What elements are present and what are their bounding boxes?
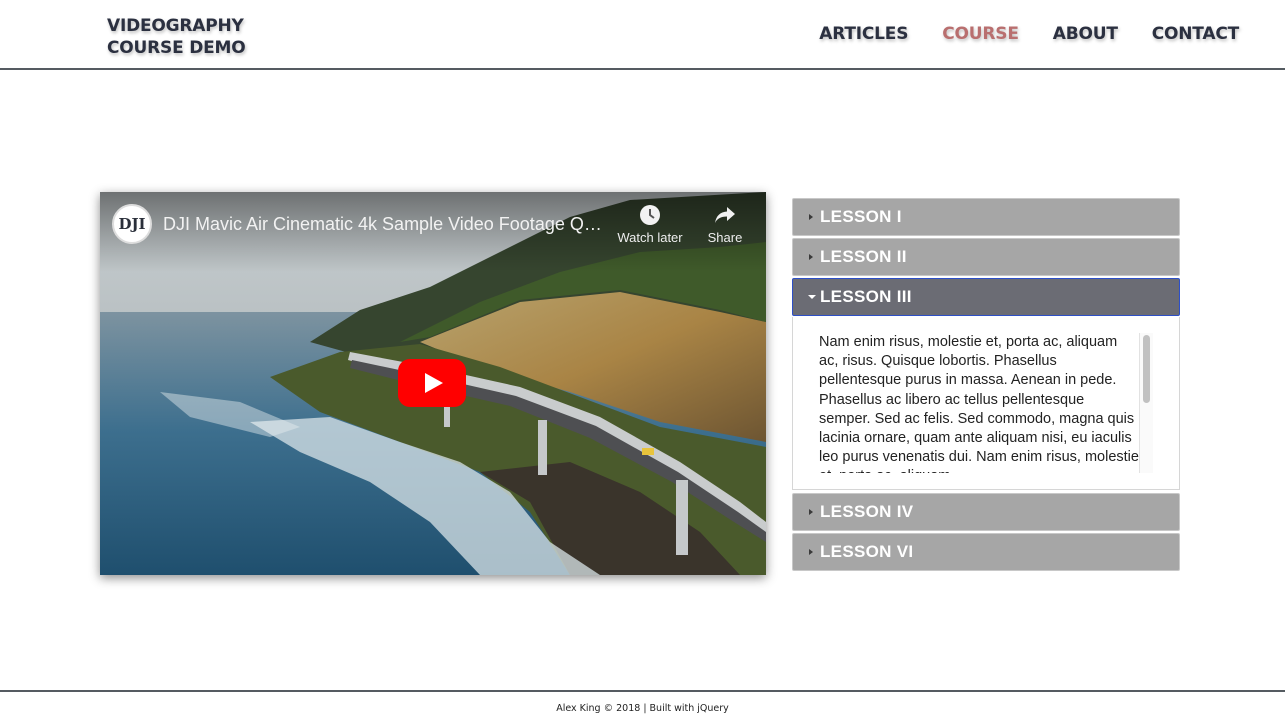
collapsed-caret-icon — [809, 509, 813, 515]
panel-scrollbar[interactable] — [1139, 333, 1153, 473]
lesson-panel-text: Nam enim risus, molestie et, porta ac, a… — [819, 334, 1139, 473]
watch-later-label: Watch later — [617, 230, 683, 245]
collapsed-caret-icon — [809, 254, 813, 260]
lesson-label: LESSON IV — [820, 502, 914, 521]
lesson-label: LESSON I — [820, 207, 902, 226]
lesson-header-6[interactable]: LESSON VI — [792, 533, 1180, 571]
site-logo[interactable]: VIDEOGRAPHY COURSE DEMO — [107, 15, 246, 59]
main-nav: ARTICLES COURSE ABOUT CONTACT — [785, 24, 1239, 44]
share-label: Share — [707, 230, 743, 245]
lesson-header-3[interactable]: LESSON III — [792, 278, 1180, 316]
lesson-label: LESSON II — [820, 247, 907, 266]
share-button[interactable]: Share — [702, 204, 748, 245]
video-player[interactable]: DJI DJI Mavic Air Cinematic 4k Sample Vi… — [100, 192, 766, 575]
collapsed-caret-icon — [809, 214, 813, 220]
lesson-panel-3: Nam enim risus, molestie et, porta ac, a… — [792, 317, 1180, 490]
footer-text: Alex King © 2018 | Built with jQuery — [556, 703, 729, 714]
play-icon[interactable] — [398, 359, 466, 407]
nav-course[interactable]: COURSE — [942, 24, 1019, 44]
nav-articles[interactable]: ARTICLES — [819, 24, 908, 44]
brand-line-1: VIDEOGRAPHY — [107, 16, 244, 36]
site-footer: Alex King © 2018 | Built with jQuery — [0, 690, 1285, 726]
lesson-header-2[interactable]: LESSON II — [792, 238, 1180, 276]
collapsed-caret-icon — [809, 549, 813, 555]
clock-icon — [612, 204, 688, 230]
site-header: VIDEOGRAPHY COURSE DEMO ARTICLES COURSE … — [0, 0, 1285, 70]
nav-about[interactable]: ABOUT — [1053, 24, 1118, 44]
share-arrow-icon — [702, 204, 748, 230]
channel-avatar[interactable]: DJI — [112, 204, 152, 244]
brand-line-2: COURSE DEMO — [107, 38, 246, 58]
watch-later-button[interactable]: Watch later — [612, 204, 688, 245]
scrollbar-thumb[interactable] — [1143, 335, 1150, 403]
expanded-caret-icon — [808, 295, 816, 299]
lesson-header-1[interactable]: LESSON I — [792, 198, 1180, 236]
lesson-header-4[interactable]: LESSON IV — [792, 493, 1180, 531]
lesson-label: LESSON III — [820, 287, 912, 306]
lesson-accordion: LESSON I LESSON II LESSON III Nam enim r… — [792, 198, 1180, 573]
nav-contact[interactable]: CONTACT — [1152, 24, 1239, 44]
lesson-label: LESSON VI — [820, 542, 914, 561]
video-title[interactable]: DJI Mavic Air Cinematic 4k Sample Video … — [163, 214, 608, 235]
